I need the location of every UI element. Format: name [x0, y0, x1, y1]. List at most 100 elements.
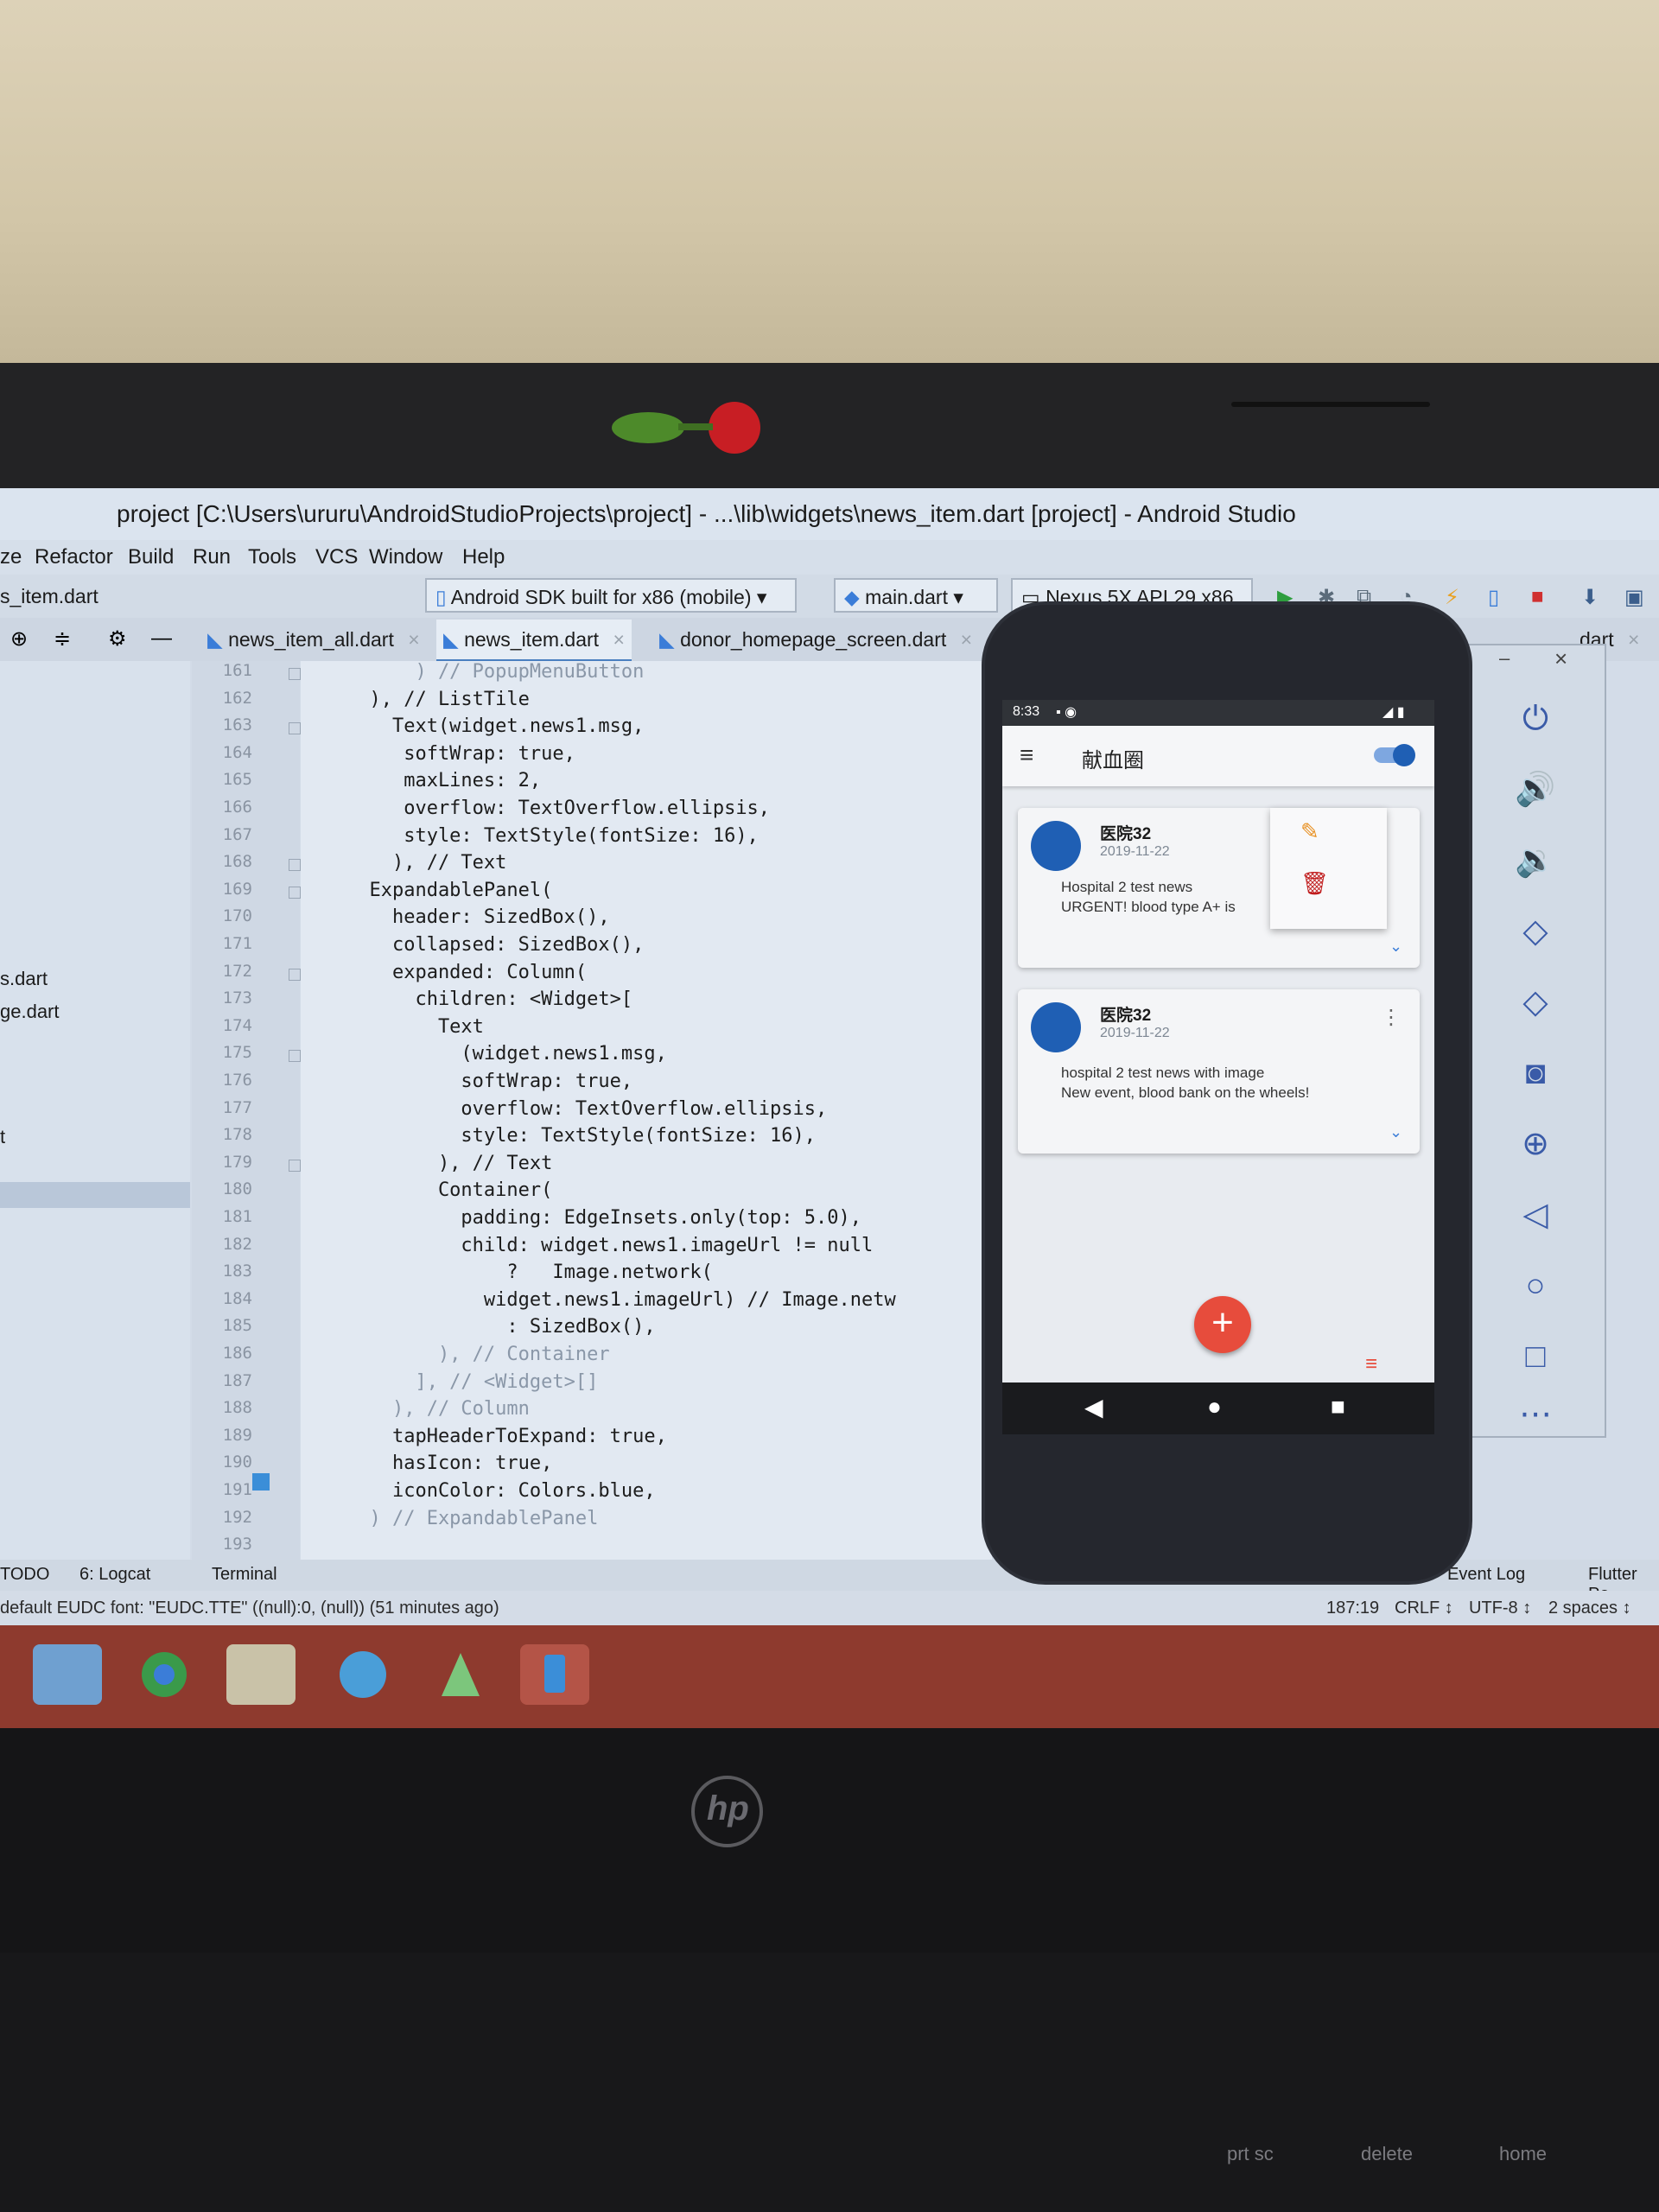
code-line[interactable]: overflow: TextOverflow.ellipsis, [301, 1098, 827, 1120]
code-line[interactable]: collapsed: SizedBox(), [301, 934, 644, 956]
code-line[interactable]: iconColor: Colors.blue, [301, 1480, 656, 1502]
avd-manager-icon[interactable]: ▯ [1488, 585, 1499, 610]
camera-icon[interactable]: ◙ [1510, 1047, 1561, 1099]
locate-icon[interactable]: ⊕ [10, 626, 28, 652]
zoom-icon[interactable]: ⊕ [1510, 1118, 1561, 1170]
run-config-selector[interactable]: ◆ main.dart ▾ [834, 578, 998, 613]
code-line[interactable]: hasIcon: true, [301, 1452, 552, 1474]
code-line[interactable]: ), // Column [301, 1398, 530, 1420]
browser-icon[interactable] [328, 1644, 397, 1705]
code-line[interactable]: ), // ListTile [301, 689, 529, 710]
rotate-left-icon[interactable]: ◇ [1510, 906, 1561, 957]
project-selected-row[interactable] [0, 1182, 190, 1208]
emulator-taskbar-icon[interactable] [520, 1644, 589, 1705]
fold-marker-icon[interactable] [289, 1050, 301, 1063]
menu-run[interactable]: Run [193, 545, 231, 569]
caret-position[interactable]: 187:19 [1326, 1599, 1379, 1618]
nav-recents-icon[interactable]: ■ [1331, 1393, 1345, 1421]
line-separator[interactable]: CRLF ↕ [1395, 1599, 1453, 1618]
code-line[interactable]: padding: EdgeInsets.only(top: 5.0), [301, 1207, 861, 1229]
breadcrumb-file[interactable]: s_item.dart [0, 585, 99, 608]
rotate-right-icon[interactable]: ◇ [1510, 976, 1561, 1028]
code-line[interactable]: style: TextStyle(fontSize: 16), [301, 1125, 816, 1147]
todo-tab[interactable]: TODO [0, 1565, 49, 1585]
code-line[interactable]: Container( [301, 1179, 552, 1201]
event-log-tab[interactable]: Event Log [1447, 1565, 1525, 1585]
layout-icon[interactable]: ▣ [1624, 585, 1644, 610]
indent-setting[interactable]: 2 spaces ↕ [1548, 1599, 1631, 1618]
toggle-switch[interactable] [1374, 744, 1415, 766]
android-studio-icon[interactable] [426, 1644, 495, 1705]
more-vert-icon[interactable]: ⋮ [1381, 1005, 1402, 1030]
hide-icon[interactable]: — [151, 626, 172, 651]
nav-back-icon[interactable]: ◀ [1084, 1393, 1103, 1421]
sdk-manager-icon[interactable]: ⬇ [1581, 585, 1599, 610]
nav-home-icon[interactable]: ● [1207, 1393, 1222, 1421]
tab-news-item-all[interactable]: ◣ news_item_all.dart × [200, 620, 427, 659]
code-line[interactable]: (widget.news1.msg, [301, 1043, 666, 1065]
volume-up-icon[interactable]: 🔊 [1510, 764, 1561, 816]
home-icon[interactable]: ○ [1510, 1260, 1561, 1312]
tab-donor-homepage-screen[interactable]: ◣ donor_homepage_screen.dart × [652, 620, 979, 659]
close-icon[interactable]: × [613, 628, 624, 651]
code-line[interactable]: children: <Widget>[ [301, 988, 632, 1010]
hot-reload-icon[interactable]: ⚡ [1445, 585, 1459, 610]
code-line[interactable]: Text(widget.news1.msg, [301, 715, 644, 737]
add-news-fab[interactable]: + [1194, 1296, 1251, 1353]
code-line[interactable]: ), // Text [301, 852, 506, 874]
code-editor[interactable]: ) // PopupMenuButton ), // ListTile Text… [301, 661, 992, 1560]
code-line[interactable]: ExpandablePanel( [301, 880, 552, 901]
code-line[interactable]: ) // PopupMenuButton [301, 661, 644, 683]
overview-icon[interactable]: □ [1510, 1331, 1561, 1382]
more-icon[interactable]: ⋯ [1510, 1389, 1561, 1440]
news-card[interactable]: 医院32 2019-11-22 ⋮ hospital 2 test news w… [1018, 989, 1420, 1154]
notepad-icon[interactable] [226, 1644, 296, 1705]
file-encoding[interactable]: UTF-8 ↕ [1469, 1599, 1531, 1618]
code-line[interactable]: child: widget.news1.imageUrl != null [301, 1235, 873, 1256]
menu-window[interactable]: Window [369, 545, 442, 569]
code-line[interactable]: ) // ExpandablePanel [301, 1508, 598, 1529]
tab-news-item[interactable]: ◣ news_item.dart × [436, 620, 632, 662]
project-file-item[interactable]: t [0, 1126, 5, 1148]
collapse-icon[interactable]: ≑ [54, 626, 71, 652]
code-line[interactable]: ], // <Widget>[] [301, 1371, 598, 1393]
file-explorer-icon[interactable] [33, 1644, 102, 1705]
terminal-tab[interactable]: Terminal [212, 1565, 277, 1585]
fold-marker-icon[interactable] [289, 968, 301, 981]
sdk-selector[interactable]: ▯ Android SDK built for x86 (mobile) ▾ [425, 578, 797, 613]
close-icon[interactable]: × [961, 628, 972, 651]
code-line[interactable]: : SizedBox(), [301, 1316, 655, 1338]
code-line[interactable]: widget.news1.imageUrl) // Image.netw [301, 1289, 896, 1311]
code-line[interactable]: overflow: TextOverflow.ellipsis, [301, 798, 770, 819]
logcat-tab[interactable]: 6: Logcat [79, 1565, 150, 1585]
chrome-icon[interactable] [130, 1644, 199, 1705]
project-file-item[interactable]: ge.dart [0, 1001, 60, 1023]
menu-refactor[interactable]: Refactor [35, 545, 113, 569]
code-line[interactable]: softWrap: true, [301, 743, 575, 765]
stop-icon[interactable]: ■ [1531, 585, 1544, 609]
close-icon[interactable]: × [1628, 628, 1639, 651]
fold-marker-icon[interactable] [289, 886, 301, 899]
fold-marker-icon[interactable] [289, 668, 301, 680]
edit-icon[interactable]: ✎ [1300, 818, 1319, 845]
project-file-item[interactable]: s.dart [0, 968, 48, 990]
minimize-icon[interactable]: – [1499, 647, 1510, 670]
close-icon[interactable]: × [408, 628, 419, 651]
list-icon[interactable]: ≡ [1365, 1352, 1377, 1376]
fold-marker-icon[interactable] [289, 722, 301, 735]
expand-chevron-icon[interactable]: ⌄ [1389, 938, 1402, 956]
code-line[interactable]: softWrap: true, [301, 1071, 632, 1092]
code-line[interactable]: tapHeaderToExpand: true, [301, 1426, 667, 1447]
back-icon[interactable]: ◁ [1510, 1189, 1561, 1241]
code-line[interactable]: ), // Container [301, 1344, 610, 1365]
fold-marker-icon[interactable] [289, 1159, 301, 1172]
code-line[interactable]: ), // Text [301, 1153, 552, 1174]
code-line[interactable]: expanded: Column( [301, 962, 587, 983]
expand-chevron-icon[interactable]: ⌄ [1389, 1123, 1402, 1141]
fold-marker-icon[interactable] [289, 859, 301, 872]
delete-icon[interactable]: 🗑 [1300, 870, 1329, 897]
menu-help[interactable]: Help [462, 545, 505, 569]
gear-icon[interactable]: ⚙ [108, 626, 127, 652]
volume-down-icon[interactable]: 🔉 [1510, 835, 1561, 887]
menu-analyze[interactable]: ze [0, 545, 22, 569]
